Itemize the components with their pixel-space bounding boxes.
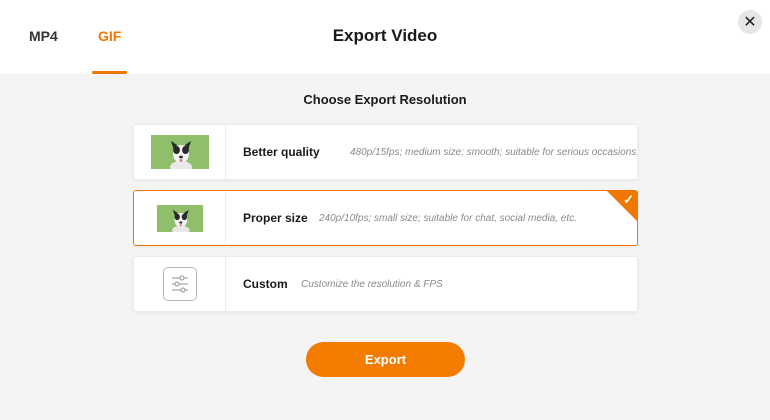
active-tab-indicator (92, 71, 127, 74)
option-thumbnail-cell (134, 125, 226, 179)
sliders-icon (162, 267, 197, 301)
option-name: Proper size (243, 211, 308, 225)
option-custom[interactable]: Custom Customize the resolution & FPS (133, 256, 638, 312)
close-button[interactable]: ✕ (738, 10, 762, 34)
dog-thumbnail (156, 204, 203, 232)
option-thumbnail-cell (134, 191, 226, 245)
option-name: Custom (243, 277, 288, 291)
header-bar: MP4 GIF Export Video ✕ (0, 0, 770, 74)
dialog-title: Export Video (332, 26, 438, 45)
option-name: Better quality (243, 145, 320, 159)
checkmark-icon: ✓ (623, 192, 634, 207)
option-better-quality[interactable]: Better quality 480p/15fps; medium size; … (133, 124, 638, 180)
export-button[interactable]: Export (306, 342, 465, 377)
option-description: 480p/15fps; medium size; smooth; suitabl… (350, 146, 638, 158)
option-description: Customize the resolution & FPS (301, 278, 443, 290)
option-proper-size[interactable]: Proper size 240p/10fps; small size; suit… (133, 190, 638, 246)
option-thumbnail-cell (134, 257, 226, 311)
close-icon: ✕ (743, 14, 757, 31)
option-description: 240p/10fps; small size; suitable for cha… (319, 212, 577, 224)
section-heading: Choose Export Resolution (303, 92, 467, 107)
dog-thumbnail (150, 135, 209, 169)
